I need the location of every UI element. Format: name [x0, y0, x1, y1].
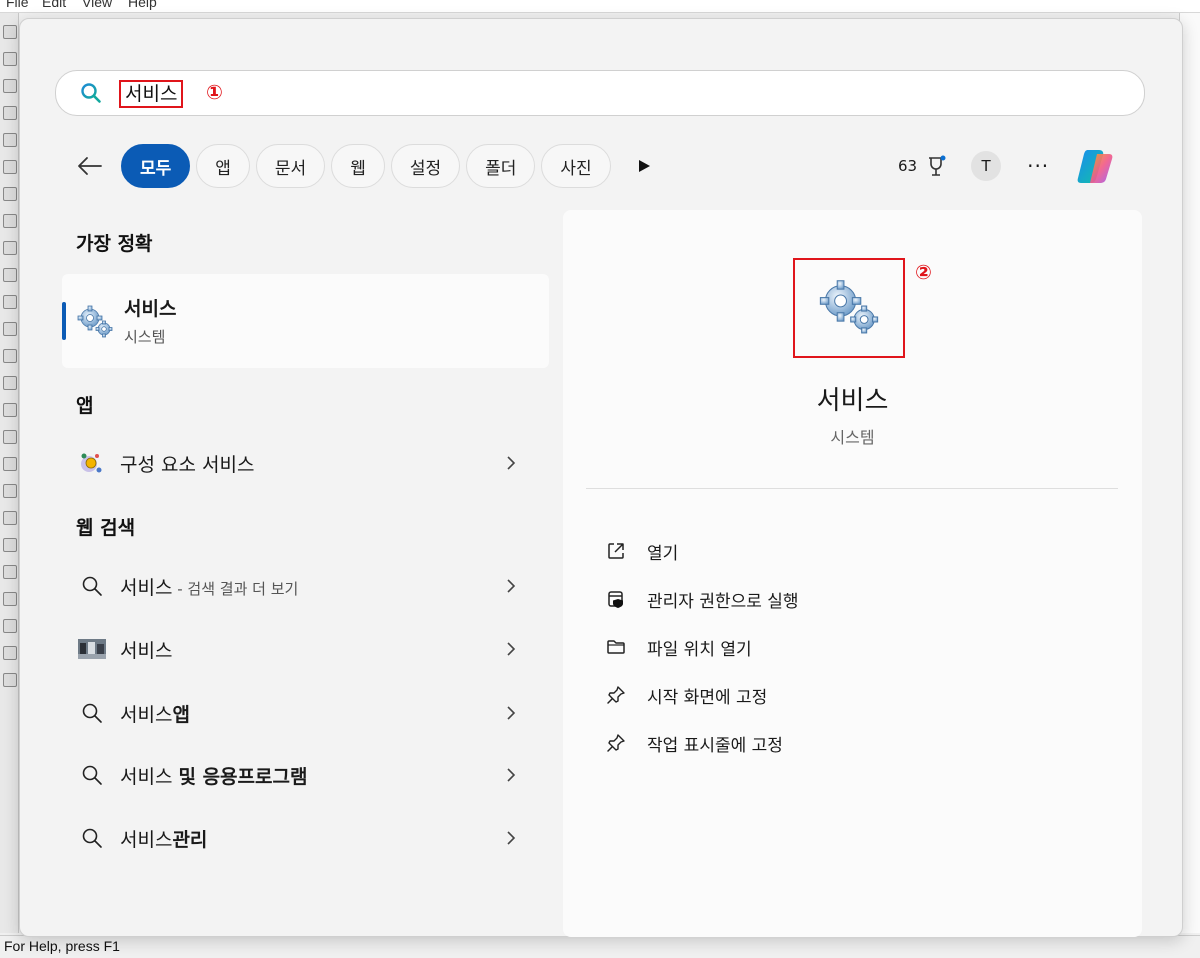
filter-chip-apps[interactable]: 앱 [196, 144, 250, 188]
web-result-row[interactable]: 서비스관리 [78, 818, 518, 858]
action-open[interactable]: 열기 [605, 536, 678, 566]
action-label: 파일 위치 열기 [647, 639, 752, 660]
result-label: 서비스 [120, 828, 173, 851]
background-statusbar: For Help, press F1 [0, 935, 1200, 958]
best-match-name: 서비스 [124, 298, 177, 320]
web-search-heading: 웹 검색 [76, 517, 136, 539]
search-query-text[interactable]: 서비스 [119, 80, 184, 108]
web-result-row[interactable]: 서비스 [78, 629, 518, 669]
annotation-marker-1: ① [206, 80, 223, 104]
annotation-marker-2: ② [915, 260, 932, 284]
divider [586, 488, 1118, 489]
chevron-right-icon[interactable] [504, 767, 518, 783]
search-icon [78, 572, 106, 600]
menu-file[interactable]: File [6, 0, 29, 10]
search-icon [81, 83, 101, 103]
result-sublabel: - 검색 결과 더 보기 [172, 579, 299, 598]
image-thumbnail-icon [78, 635, 106, 663]
chevron-right-icon[interactable] [504, 578, 518, 594]
detail-pane: ② 서비스 시스템 열기 관리자 권한으로 실행 파일 위치 열기 시작 화면에… [563, 210, 1142, 937]
rewards-medal-icon[interactable] [923, 153, 949, 179]
action-run-as-admin[interactable]: 관리자 권한으로 실행 [605, 584, 799, 614]
web-result-row[interactable]: 서비스 및 응용프로그램 [78, 755, 518, 795]
folder-icon [605, 636, 627, 658]
more-filters-play-icon[interactable] [637, 159, 651, 173]
highlight-box [793, 258, 905, 358]
result-label: 서비스 [120, 639, 173, 662]
filter-chip-documents[interactable]: 문서 [255, 144, 326, 188]
result-label: 서비스 [120, 765, 179, 788]
result-label-bold: 및 응용프로그램 [178, 765, 308, 788]
action-label: 열기 [647, 543, 679, 564]
result-label-bold: 관리 [172, 828, 208, 851]
background-toolbox [0, 13, 19, 933]
header-tools: 63 T ··· [898, 149, 1119, 183]
action-label: 관리자 권한으로 실행 [647, 591, 799, 612]
more-options-icon[interactable]: ··· [1027, 154, 1049, 178]
apps-heading: 앱 [76, 395, 94, 417]
web-result-row[interactable]: 서비스앱 [78, 693, 518, 733]
search-icon [78, 824, 106, 852]
action-pin-to-taskbar[interactable]: 작업 표시줄에 고정 [605, 728, 783, 758]
pin-icon [605, 732, 627, 754]
status-text: For Help, press F1 [4, 938, 120, 954]
services-gear-icon [77, 305, 113, 338]
copilot-icon[interactable] [1075, 144, 1119, 188]
avatar[interactable]: T [971, 151, 1002, 181]
start-search-panel: 서비스 ① 모두 앱 문서 웹 설정 폴더 사진 63 T ··· 가장 정확 … [19, 18, 1183, 937]
chevron-right-icon[interactable] [504, 455, 518, 471]
result-label: 구성 요소 서비스 [120, 453, 255, 476]
action-label: 작업 표시줄에 고정 [647, 735, 783, 756]
detail-title: 서비스 [816, 386, 889, 416]
result-label: 서비스 [120, 576, 173, 599]
filter-bar: 모두 앱 문서 웹 설정 폴더 사진 [75, 142, 651, 190]
component-services-icon [78, 449, 106, 477]
filter-chip-web[interactable]: 웹 [331, 144, 385, 188]
admin-shield-icon [605, 588, 627, 610]
detail-subtitle: 시스템 [830, 428, 875, 447]
filter-chip-folders[interactable]: 폴더 [466, 144, 536, 188]
search-icon [78, 699, 106, 727]
best-match-card[interactable]: 서비스 시스템 [62, 274, 549, 368]
chevron-right-icon[interactable] [504, 641, 518, 657]
action-pin-to-start[interactable]: 시작 화면에 고정 [605, 680, 767, 710]
open-external-icon [605, 540, 627, 562]
background-menubar: File Edit View Help [0, 0, 1200, 13]
action-label: 시작 화면에 고정 [647, 687, 768, 708]
best-match-type: 시스템 [124, 328, 166, 346]
menu-view[interactable]: View [82, 0, 112, 10]
search-icon [78, 761, 106, 789]
search-box[interactable]: 서비스 ① [55, 70, 1145, 116]
chevron-right-icon[interactable] [504, 705, 518, 721]
pin-icon [605, 684, 627, 706]
web-result-row[interactable]: 서비스 - 검색 결과 더 보기 [78, 566, 518, 606]
back-arrow-icon[interactable] [75, 151, 105, 181]
chevron-right-icon[interactable] [504, 830, 518, 846]
selection-accent [62, 302, 66, 340]
filter-chip-settings[interactable]: 설정 [390, 144, 461, 188]
result-label-bold: 앱 [172, 703, 190, 726]
best-match-heading: 가장 정확 [76, 233, 153, 255]
services-gear-icon [819, 280, 879, 334]
rewards-points: 63 [898, 157, 918, 175]
result-row-component-services[interactable]: 구성 요소 서비스 [78, 443, 518, 483]
menu-edit[interactable]: Edit [42, 0, 66, 10]
menu-help[interactable]: Help [128, 0, 157, 10]
filter-chip-photos[interactable]: 사진 [541, 144, 611, 188]
action-open-file-location[interactable]: 파일 위치 열기 [605, 632, 752, 662]
result-label: 서비스 [120, 703, 173, 726]
filter-chip-all[interactable]: 모두 [121, 144, 191, 188]
